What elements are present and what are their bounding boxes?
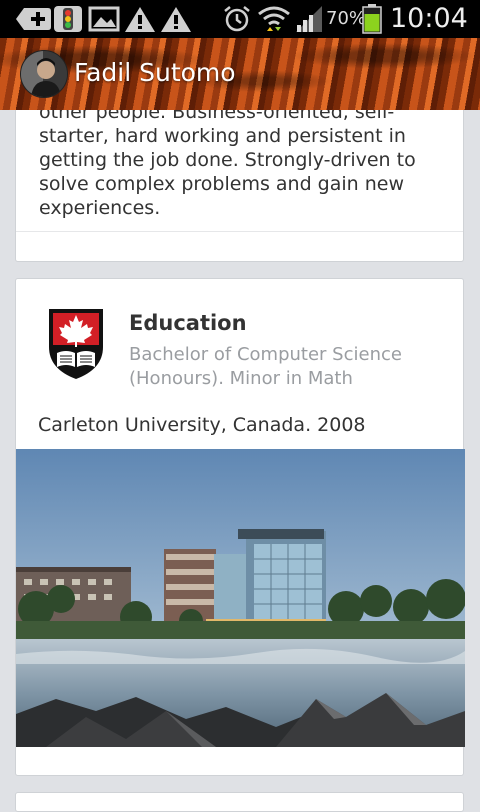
degree-text: Bachelor of Computer Science (Honours). … (129, 344, 402, 389)
status-bar: 70% 10:04 (0, 0, 480, 38)
image-icon (88, 6, 120, 32)
wifi-icon (258, 6, 290, 31)
avatar-photo (21, 51, 67, 97)
avatar[interactable] (20, 50, 68, 98)
campus-photo-image (16, 449, 465, 747)
university-shield-logo (49, 309, 103, 379)
add-icon (16, 8, 51, 30)
summary-text: other people. Business-oriented, self- s… (39, 110, 439, 220)
next-card (15, 792, 464, 812)
education-card[interactable]: Education Bachelor of Computer Science (… (15, 278, 465, 776)
signal-icon (296, 6, 322, 32)
divider (16, 231, 463, 232)
profile-header: Fadil Sutomo (0, 38, 480, 110)
battery-icon (362, 4, 382, 34)
summary-card: other people. Business-oriented, self- s… (15, 110, 464, 262)
summary-text-clip: other people. Business-oriented, self- s… (16, 110, 463, 231)
battery-percent: 70% (326, 8, 367, 29)
traffic-light-icon (54, 6, 82, 32)
summary-line: other people. Business-oriented, self- (39, 110, 395, 123)
summary-line: starter, hard working and persistent in (39, 125, 406, 147)
summary-line: experiences. (39, 197, 161, 219)
school-text: Carleton University, Canada. 2008 (38, 414, 366, 436)
warning-icon (161, 7, 191, 32)
summary-line: getting the job done. Strongly-driven to (39, 149, 416, 171)
clock: 10:04 (390, 3, 468, 34)
alarm-icon (224, 6, 250, 32)
campus-photo (16, 449, 465, 747)
profile-name: Fadil Sutomo (74, 58, 236, 87)
summary-line: solve complex problems and gain new (39, 173, 405, 195)
section-title: Education (129, 311, 247, 335)
warning-icon (125, 7, 155, 32)
